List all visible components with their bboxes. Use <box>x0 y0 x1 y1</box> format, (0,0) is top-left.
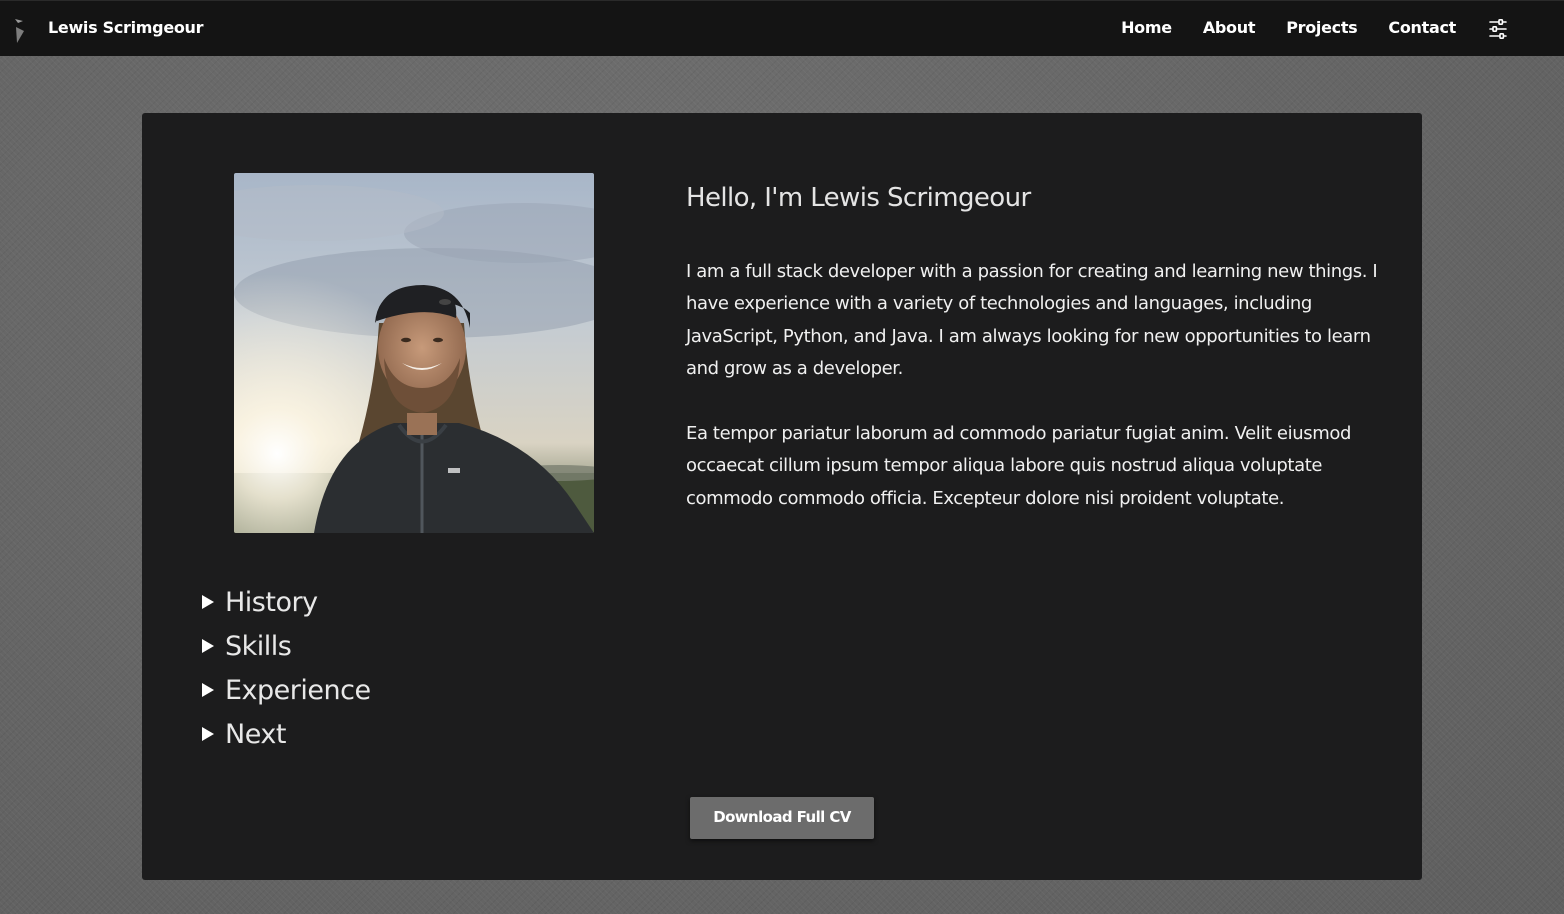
section-label: History <box>225 586 318 618</box>
section-label: Next <box>225 718 286 750</box>
triangle-right-icon <box>202 595 214 609</box>
bio-paragraph-secondary: Ea tempor pariatur laborum ad commodo pa… <box>686 423 1351 509</box>
nav-link-home[interactable]: Home <box>1121 18 1172 37</box>
section-skills[interactable]: Skills <box>200 624 371 668</box>
section-experience[interactable]: Experience <box>200 668 371 712</box>
triangle-right-icon <box>202 727 214 741</box>
section-label: Experience <box>225 674 371 706</box>
nav-link-projects[interactable]: Projects <box>1286 18 1358 37</box>
triangle-right-icon <box>202 639 214 653</box>
download-cv-button[interactable]: Download Full CV <box>690 797 874 839</box>
collapsible-sections: History Skills Experience Next <box>200 580 371 756</box>
navbar: Lewis Scrimgeour Home About Projects Con… <box>0 0 1564 56</box>
section-next[interactable]: Next <box>200 712 371 756</box>
profile-photo <box>234 173 594 533</box>
nav-links: Home About Projects Contact <box>1121 18 1456 37</box>
section-label: Skills <box>225 630 292 662</box>
brand-name[interactable]: Lewis Scrimgeour <box>48 18 204 37</box>
nav-link-contact[interactable]: Contact <box>1388 18 1456 37</box>
nav-link-about[interactable]: About <box>1203 18 1256 37</box>
bio-paragraph: I am a full stack developer with a passi… <box>686 261 1378 380</box>
sliders-icon[interactable] <box>1489 19 1507 39</box>
about-card: Hello, I'm Lewis Scrimgeour I am a full … <box>142 113 1422 880</box>
greeting-heading: Hello, I'm Lewis Scrimgeour <box>686 183 1031 213</box>
triangle-right-icon <box>202 683 214 697</box>
section-history[interactable]: History <box>200 580 371 624</box>
feather-logo-icon[interactable] <box>13 18 25 44</box>
